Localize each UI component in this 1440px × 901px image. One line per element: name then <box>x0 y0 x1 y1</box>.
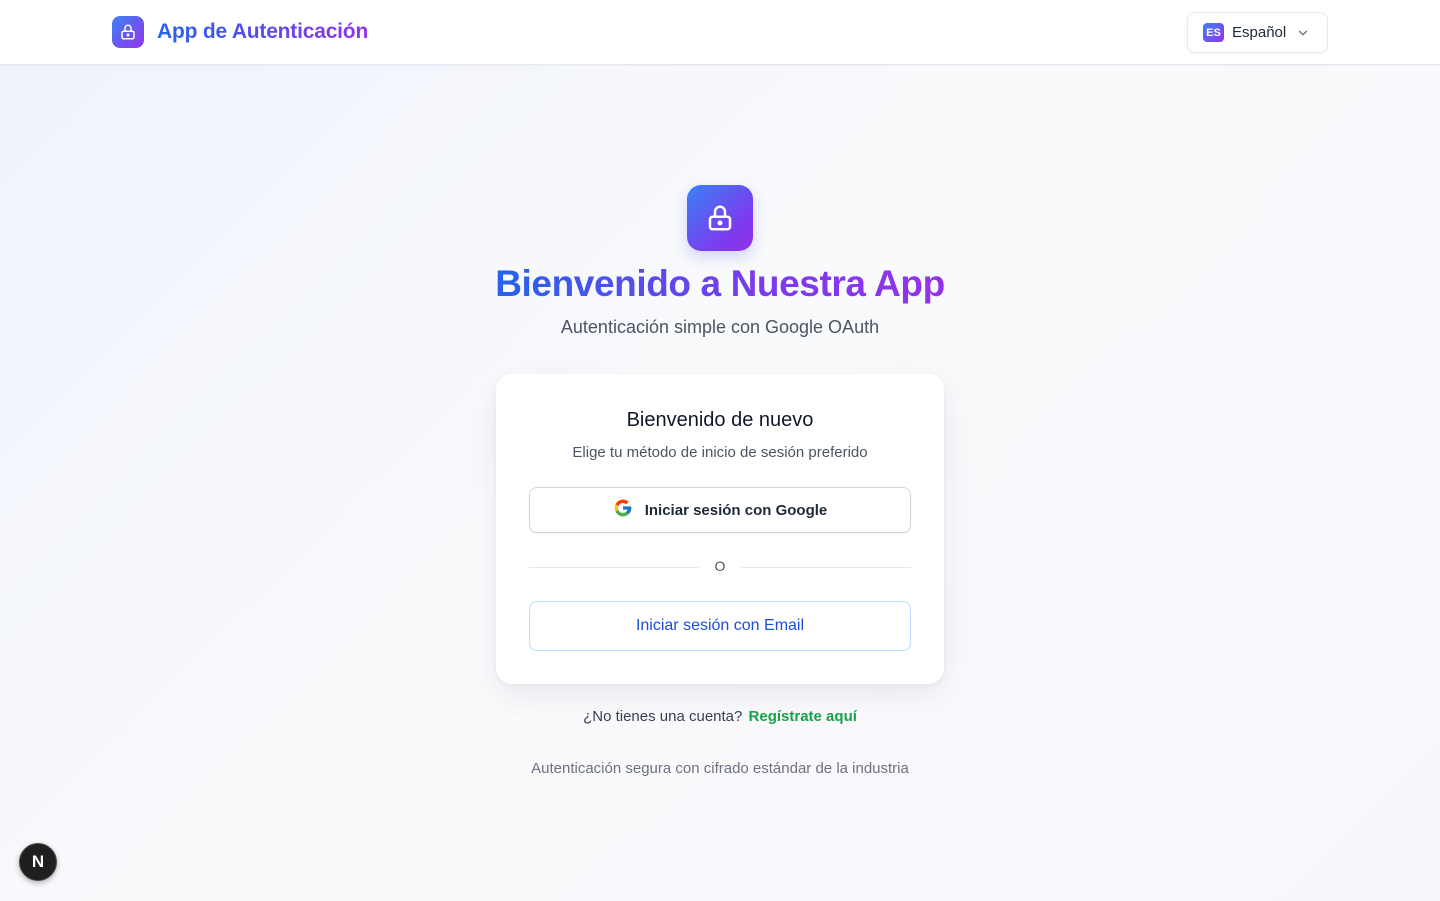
language-label: Español <box>1232 24 1287 41</box>
language-selector[interactable]: ES Español <box>1187 12 1328 53</box>
signup-text: ¿No tienes una cuenta? <box>583 708 743 725</box>
google-signin-label: Iniciar sesión con Google <box>644 501 828 519</box>
dev-badge-letter: N <box>31 852 45 871</box>
google-signin-button[interactable]: Iniciar sesión con Google <box>529 487 911 533</box>
dev-tools-badge[interactable]: N <box>19 843 57 881</box>
signup-link[interactable]: Regístrate aquí <box>749 708 857 725</box>
top-header: App de Autenticación ES Español <box>0 0 1440 65</box>
card-title: Bienvenido de nuevo <box>626 409 814 431</box>
page-title-text: Bienvenido a Nuestra App <box>495 263 945 304</box>
divider-label: O <box>714 558 726 574</box>
divider-line-right <box>741 567 911 568</box>
lock-icon <box>112 16 144 48</box>
page-subtitle: Autenticación simple con Google OAuth <box>560 317 880 337</box>
or-divider: O <box>529 557 911 577</box>
chevron-down-icon <box>1296 26 1310 45</box>
email-signin-label: Iniciar sesión con Email <box>635 617 805 634</box>
card-subtitle: Elige tu método de inicio de sesión pref… <box>572 444 868 461</box>
lock-icon <box>687 185 753 251</box>
signup-prompt: ¿No tienes una cuenta? Regístrate aquí <box>420 708 1020 725</box>
language-code-badge: ES <box>1203 23 1224 42</box>
email-signin-button[interactable]: Iniciar sesión con Email <box>529 601 911 651</box>
page-title: Bienvenido a Nuestra App <box>420 263 1020 305</box>
brand[interactable]: App de Autenticación <box>112 16 368 48</box>
login-card: Bienvenido de nuevo Elige tu método de i… <box>496 374 944 684</box>
google-icon <box>613 498 633 523</box>
security-note: Autenticación segura con cifrado estánda… <box>531 760 909 777</box>
brand-title: App de Autenticación <box>157 20 369 43</box>
